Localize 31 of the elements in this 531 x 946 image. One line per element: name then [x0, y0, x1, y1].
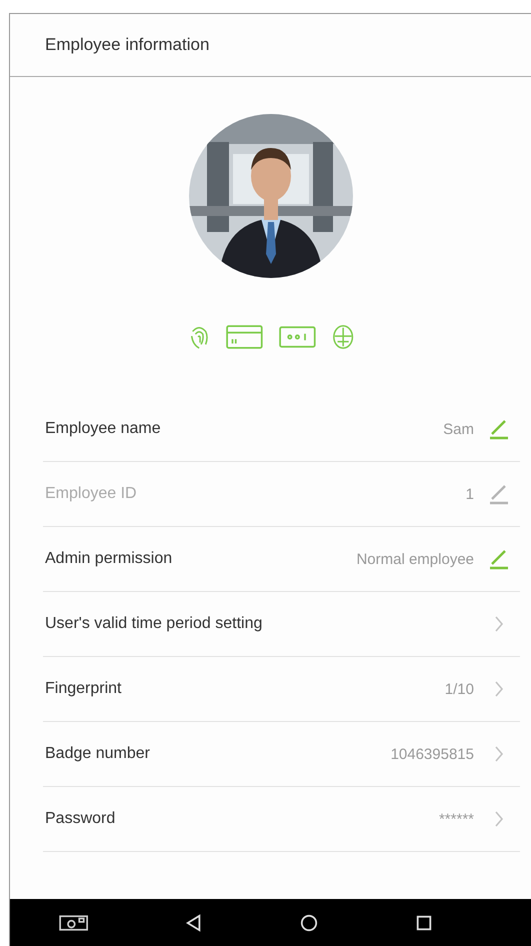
row-value: 1046395815 — [390, 746, 474, 762]
back-icon[interactable] — [185, 914, 204, 932]
card-icon — [226, 324, 263, 350]
home-icon[interactable] — [300, 914, 318, 932]
page-title: Employee information — [45, 35, 210, 55]
settings-row[interactable]: Admin permission Normal employee — [43, 527, 520, 592]
row-value: ****** — [438, 810, 474, 828]
row-value: Sam — [443, 420, 474, 438]
chevron-icon — [494, 810, 504, 828]
row-value: Normal employee — [356, 550, 474, 568]
chevron-icon — [494, 615, 504, 633]
password-icon — [279, 324, 316, 350]
row-label: Admin permission — [45, 550, 172, 568]
settings-row[interactable]: User's valid time period setting — [43, 592, 520, 657]
row-label: Fingerprint — [45, 680, 122, 698]
settings-row[interactable]: Badge number 1046395815 — [43, 722, 520, 787]
chevron-icon — [494, 680, 504, 698]
row-label: User's valid time period setting — [45, 615, 262, 633]
row-label: Badge number — [45, 745, 150, 763]
settings-row[interactable]: Fingerprint 1/10 — [43, 657, 520, 722]
settings-row[interactable]: Password ****** — [43, 787, 520, 852]
row-value: 1/10 — [444, 680, 474, 698]
row-label: Employee ID — [45, 485, 137, 503]
recents-icon[interactable] — [415, 914, 434, 932]
chevron-icon — [494, 745, 504, 763]
face-icon — [332, 324, 354, 350]
row-value: 1 — [466, 486, 474, 502]
screenshot-icon[interactable] — [58, 914, 88, 932]
row-label: Password — [45, 810, 116, 828]
settings-row[interactable]: Employee name Sam — [43, 397, 520, 462]
row-label: Employee name — [45, 420, 161, 438]
